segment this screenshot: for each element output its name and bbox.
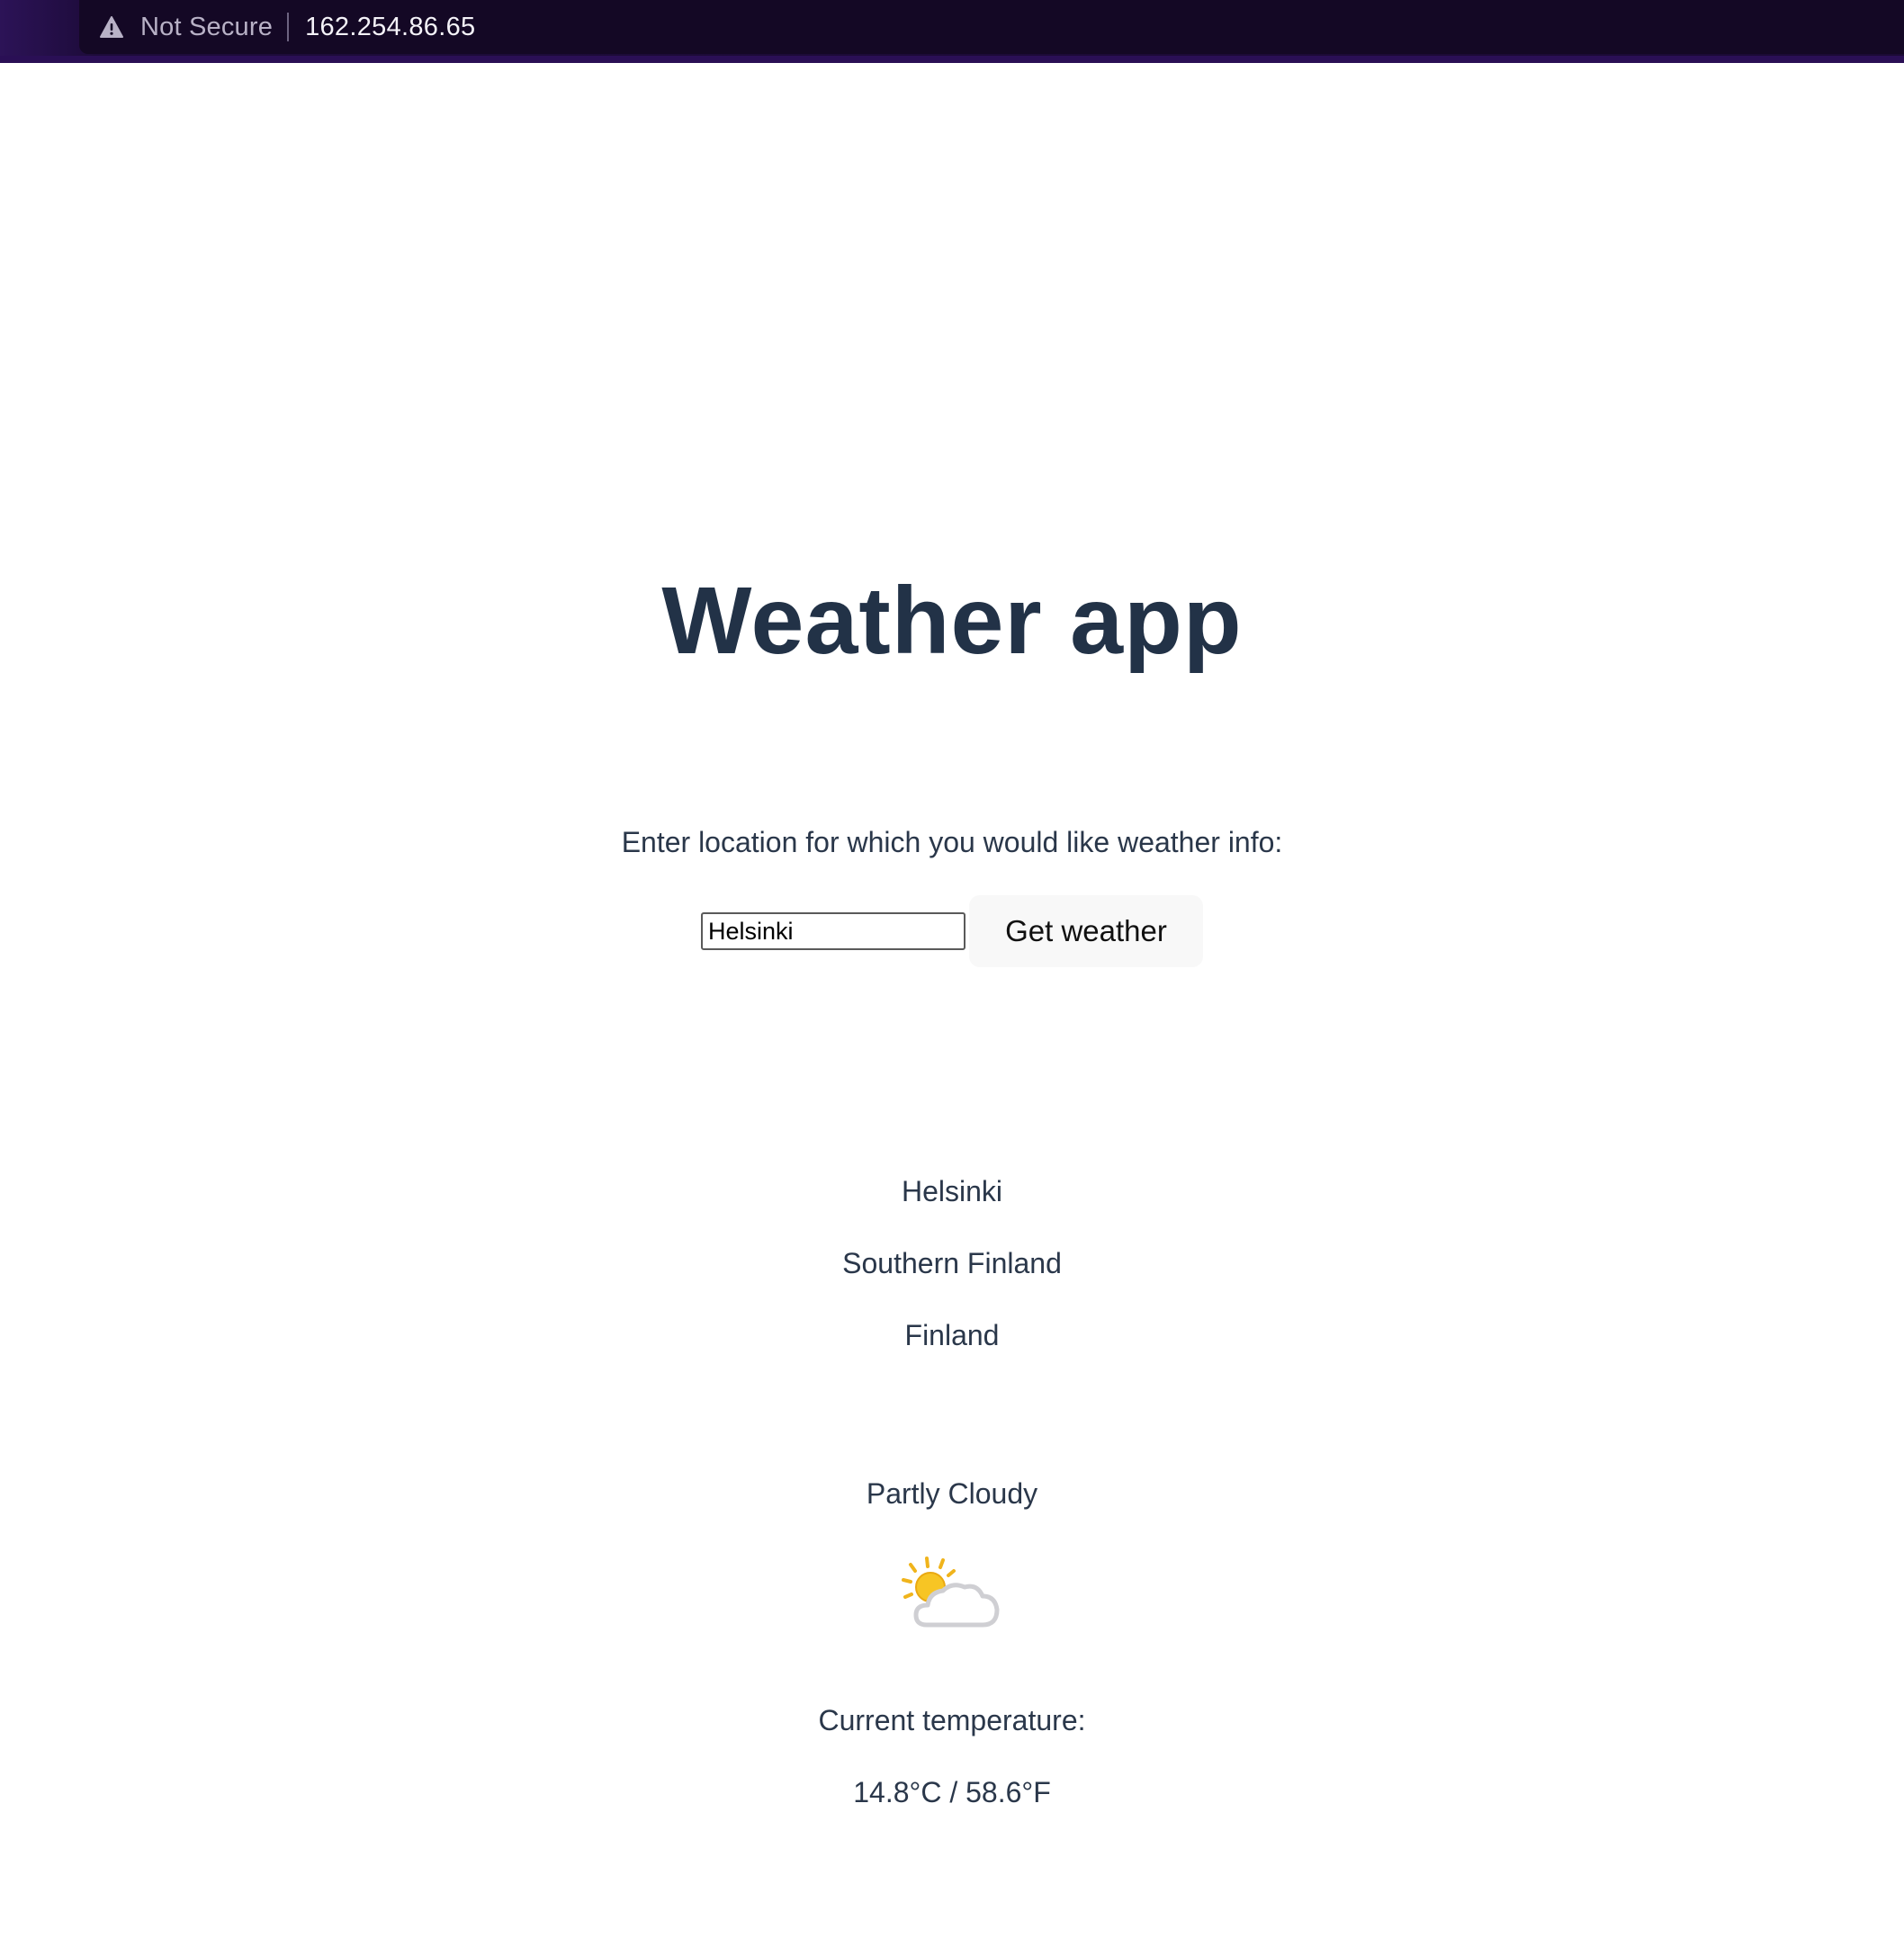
warning-triangle-icon[interactable] xyxy=(99,14,124,40)
result-city: Helsinki xyxy=(901,1175,1003,1207)
temperature-label: Current temperature: xyxy=(818,1704,1086,1736)
page-title: Weather app xyxy=(661,568,1243,674)
url-text[interactable]: 162.254.86.65 xyxy=(305,13,475,42)
result-region: Southern Finland xyxy=(842,1247,1062,1279)
partly-cloudy-icon xyxy=(900,1553,1004,1634)
address-divider xyxy=(287,13,290,41)
weather-condition: Partly Cloudy xyxy=(866,1477,1038,1510)
browser-toolbar: Not Secure 162.254.86.65 xyxy=(0,0,1904,63)
page-content: Weather app Enter location for which you… xyxy=(0,63,1904,1938)
temperature-value: 14.8°C / 58.6°F xyxy=(853,1776,1051,1808)
result-country: Finland xyxy=(904,1319,1000,1351)
location-prompt: Enter location for which you would like … xyxy=(621,826,1283,858)
address-bar[interactable]: Not Secure 162.254.86.65 xyxy=(79,0,1904,54)
security-status-label[interactable]: Not Secure xyxy=(140,13,273,42)
get-weather-button[interactable]: Get weather xyxy=(969,895,1203,967)
search-form: Get weather xyxy=(0,895,1904,967)
location-input[interactable] xyxy=(701,912,965,950)
